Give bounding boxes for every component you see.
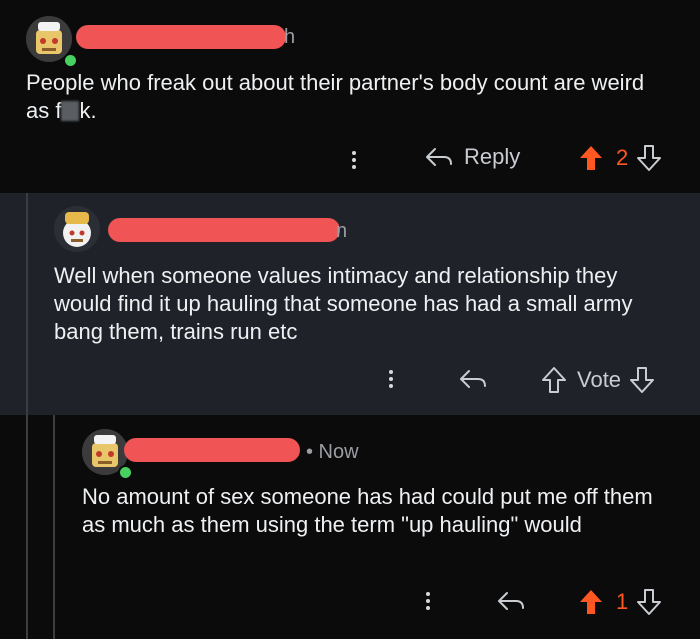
thread-line xyxy=(26,415,28,639)
redacted-username xyxy=(76,25,286,49)
online-status-dot xyxy=(63,53,78,68)
comment-1: h People who freak out about their partn… xyxy=(0,0,700,193)
online-status-dot xyxy=(118,465,133,480)
upvote-arrow-icon[interactable] xyxy=(578,588,604,616)
upvote-arrow-icon[interactable] xyxy=(541,366,567,394)
upvote-arrow-icon[interactable] xyxy=(578,144,604,172)
redacted-username xyxy=(108,218,340,242)
vote-controls: Vote xyxy=(541,366,655,394)
downvote-arrow-icon[interactable] xyxy=(636,144,662,172)
thread-line xyxy=(26,193,28,415)
kebab-icon[interactable] xyxy=(425,589,431,613)
user-avatar[interactable] xyxy=(54,206,100,252)
timestamp: n xyxy=(336,220,348,242)
vote-controls: 1 xyxy=(578,588,662,616)
reply-label: Reply xyxy=(464,144,521,169)
kebab-icon[interactable] xyxy=(351,148,357,172)
vote-label: Vote xyxy=(577,367,622,392)
comment-body: No amount of sex someone has had could p… xyxy=(82,484,653,537)
reply-arrow-icon xyxy=(460,370,486,388)
downvote-arrow-icon[interactable] xyxy=(629,366,655,394)
comment-2: n Well when someone values intimacy and … xyxy=(0,193,700,415)
vote-count: 1 xyxy=(616,589,629,614)
reply-arrow-icon xyxy=(498,592,524,610)
kebab-icon[interactable] xyxy=(388,367,394,391)
vote-count: 2 xyxy=(616,145,629,170)
thread-line xyxy=(53,415,55,639)
reply-arrow-icon xyxy=(426,148,452,166)
comment-body: Well when someone values intimacy and re… xyxy=(54,263,633,344)
redacted-username xyxy=(124,438,300,462)
downvote-arrow-icon[interactable] xyxy=(636,588,662,616)
comment-3: • Now No amount of sex someone has had c… xyxy=(0,415,700,639)
reply-button[interactable] xyxy=(496,588,526,614)
comment-body: People who freak out about their partner… xyxy=(26,70,645,123)
reply-button[interactable] xyxy=(458,366,488,392)
timestamp: • Now xyxy=(306,441,359,463)
vote-controls: 2 xyxy=(578,144,662,172)
timestamp: h xyxy=(284,26,296,48)
censor-blur xyxy=(61,101,80,121)
reply-button[interactable]: Reply xyxy=(424,144,520,170)
